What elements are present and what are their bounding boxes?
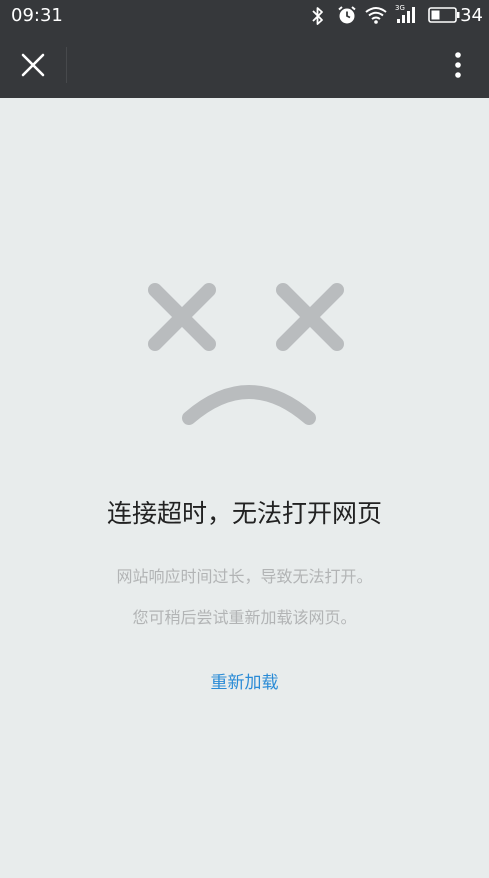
reload-button[interactable]: 重新加载 bbox=[0, 670, 489, 696]
close-button[interactable] bbox=[12, 44, 54, 86]
error-description-line1: 网站响应时间过长，导致无法打开。 bbox=[116, 567, 373, 586]
sad-face-icon bbox=[148, 283, 344, 425]
battery-icon bbox=[428, 7, 460, 27]
browser-toolbar bbox=[0, 32, 489, 98]
status-bar: 09:31 3G 34 bbox=[0, 0, 489, 32]
more-vertical-icon bbox=[455, 52, 461, 78]
more-options-button[interactable] bbox=[439, 44, 477, 86]
signal-icon: 3G bbox=[395, 3, 419, 29]
error-description-line2: 您可稍后尝试重新加载该网页。 bbox=[132, 608, 357, 627]
alarm-clock-icon bbox=[337, 5, 357, 29]
bluetooth-icon bbox=[312, 6, 324, 30]
battery-level: 34 bbox=[460, 5, 483, 26]
network-type-label: 3G bbox=[395, 4, 405, 12]
error-title: 连接超时，无法打开网页 bbox=[106, 499, 382, 528]
error-page: 连接超时，无法打开网页 网站响应时间过长，导致无法打开。 您可稍后尝试重新加载该… bbox=[0, 98, 489, 878]
toolbar-divider bbox=[66, 47, 67, 83]
close-icon bbox=[21, 53, 45, 77]
status-time: 09:31 bbox=[11, 5, 63, 26]
wifi-icon bbox=[365, 6, 387, 28]
